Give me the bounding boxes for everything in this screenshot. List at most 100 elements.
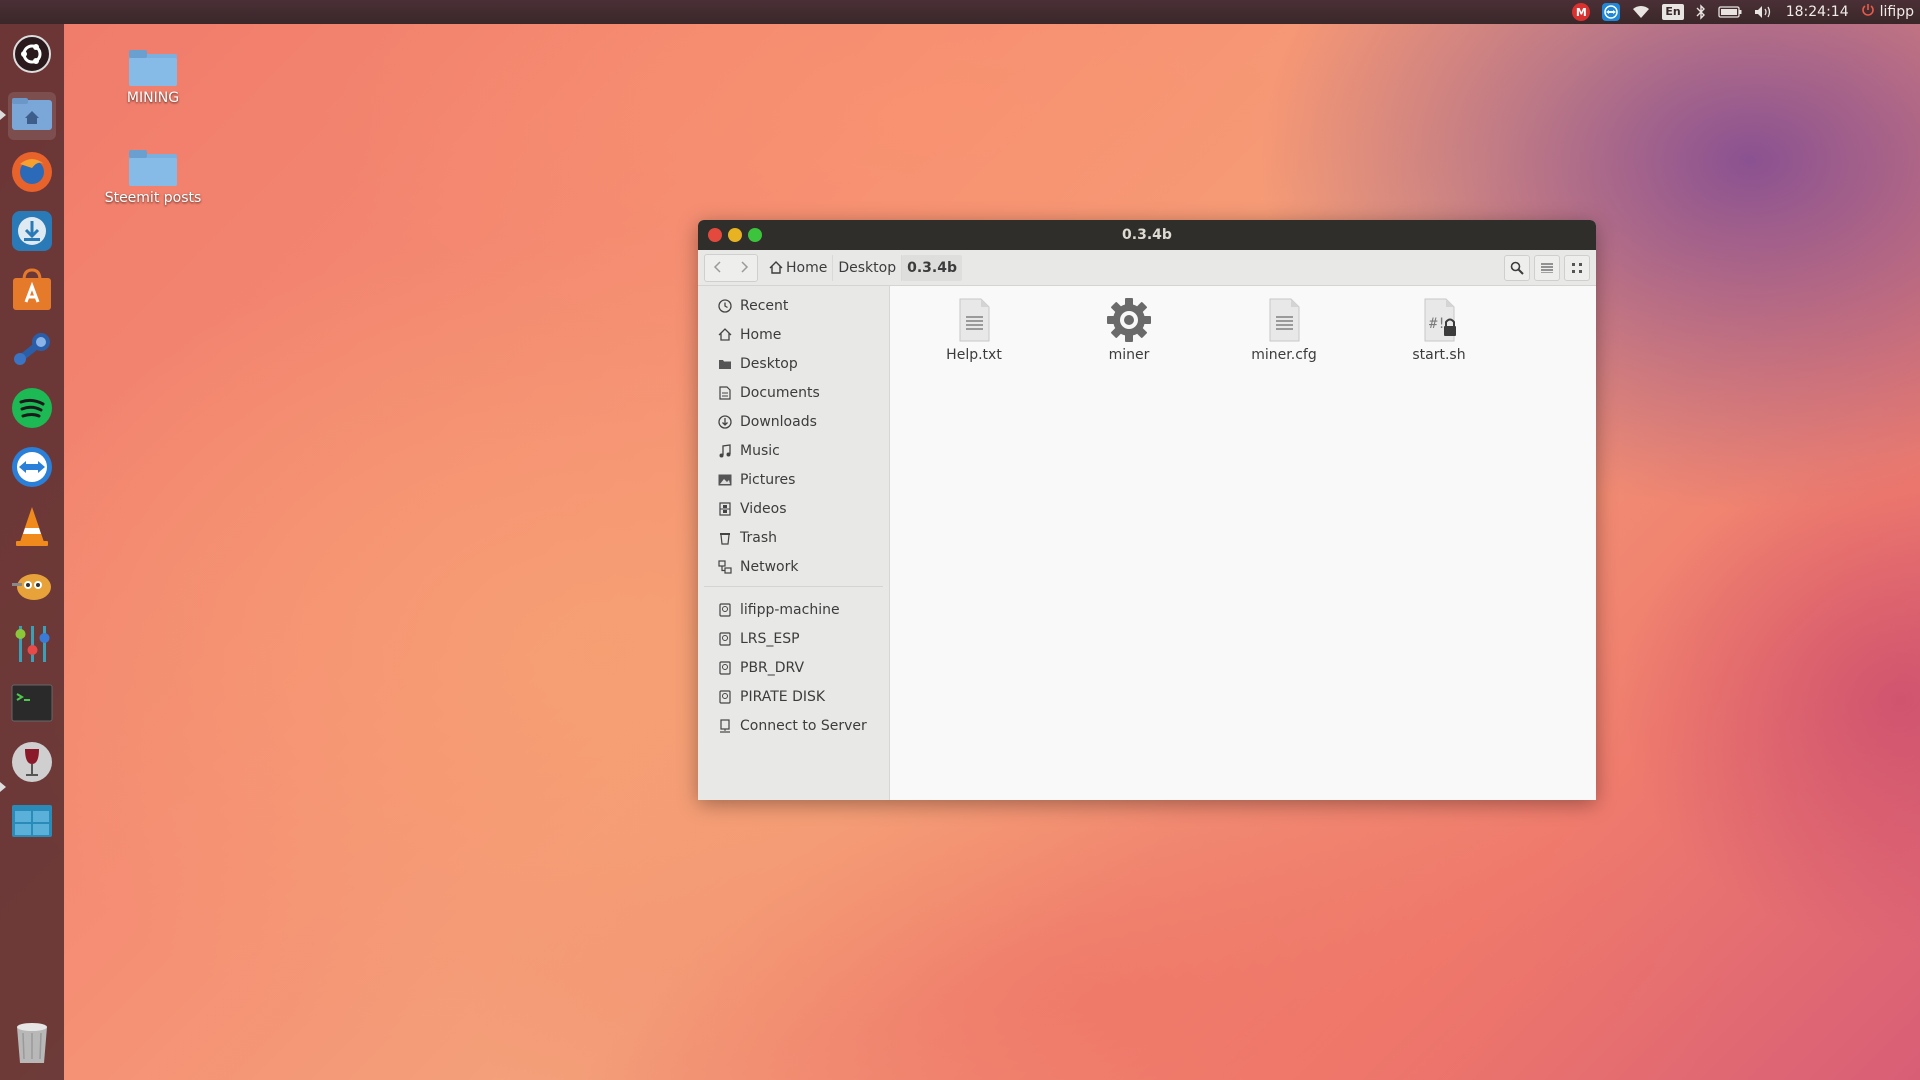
sidebar-item-label: Videos (740, 500, 787, 517)
sidebar-item-network[interactable]: Network (698, 552, 889, 581)
sidebar-item-label: lifipp-machine (740, 601, 840, 618)
window-titlebar[interactable]: 0.3.4b (698, 220, 1596, 250)
sidebar-item-documents[interactable]: Documents (698, 378, 889, 407)
workspace-switcher-icon (10, 799, 54, 847)
sidebar-item-pictures[interactable]: Pictures (698, 465, 889, 494)
film-icon (717, 501, 733, 517)
wifi-icon[interactable] (1632, 0, 1650, 24)
launcher-files[interactable] (8, 92, 56, 140)
file-item[interactable]: miner (1064, 296, 1194, 363)
folder-icon (129, 50, 177, 86)
launcher-ubuntu-dash[interactable] (8, 32, 56, 80)
sidebar-device-lifipp-machine[interactable]: lifipp-machine (698, 595, 889, 624)
power-icon (1861, 3, 1875, 21)
sidebar-item-label: Documents (740, 384, 820, 401)
desktop-folder-mining[interactable]: MINING (93, 50, 213, 106)
desktop-folder-steemit-posts[interactable]: Steemit posts (93, 150, 213, 206)
file-item[interactable]: Help.txt (909, 296, 1039, 363)
launcher-workspaces[interactable] (8, 799, 56, 847)
breadcrumb-label: Desktop (838, 259, 897, 276)
picture-icon (717, 472, 733, 488)
mail-indicator-icon[interactable]: M (1572, 0, 1591, 24)
launcher-firefox[interactable] (8, 150, 56, 198)
user-name: lifipp (1879, 4, 1914, 20)
file-item[interactable]: #! start.sh (1374, 296, 1504, 363)
text-file-icon (1260, 296, 1308, 344)
sidebar-item-label: PIRATE DISK (740, 688, 826, 705)
sidebar-device-lrs-esp[interactable]: LRS_ESP (698, 624, 889, 653)
sidebar-connect-to-server[interactable]: Connect to Server (698, 711, 889, 740)
trash-icon (717, 530, 733, 546)
file-name: miner.cfg (1251, 347, 1317, 363)
sidebar-device-pbr-drv[interactable]: PBR_DRV (698, 653, 889, 682)
sidebar-item-home[interactable]: Home (698, 320, 889, 349)
shopping-bag-icon (10, 268, 54, 316)
launcher-vlc[interactable] (8, 504, 56, 552)
battery-icon[interactable] (1718, 0, 1742, 24)
script-locked-icon: #! (1415, 296, 1463, 344)
file-view[interactable]: Help.txt miner miner.cfg #! start.sh (890, 286, 1596, 800)
launcher-settings[interactable] (8, 622, 56, 670)
volume-icon[interactable] (1754, 0, 1774, 24)
grid-view-button[interactable] (1564, 255, 1590, 281)
search-button[interactable] (1504, 255, 1530, 281)
search-icon (1510, 261, 1524, 275)
back-button[interactable] (705, 255, 731, 281)
launcher-terminal[interactable] (8, 681, 56, 729)
network-icon (717, 559, 733, 575)
desktop-icon-label: Steemit posts (104, 190, 202, 206)
maximize-window-button[interactable] (748, 228, 762, 242)
running-indicator (0, 782, 6, 792)
bluetooth-icon[interactable] (1696, 0, 1706, 24)
sidebar-item-trash[interactable]: Trash (698, 523, 889, 552)
file-item[interactable]: miner.cfg (1219, 296, 1349, 363)
launcher-spotify[interactable] (8, 386, 56, 434)
sidebar-item-downloads[interactable]: Downloads (698, 407, 889, 436)
drive-icon (717, 631, 733, 647)
sidebar-item-label: PBR_DRV (740, 659, 805, 676)
breadcrumb-current[interactable]: 0.3.4b (902, 254, 962, 281)
steam-icon (10, 327, 54, 375)
launcher-wine[interactable] (8, 740, 56, 788)
close-window-button[interactable] (708, 228, 722, 242)
launcher-gimp[interactable] (8, 563, 56, 611)
breadcrumb-home[interactable]: Home (764, 254, 834, 281)
wine-glass-icon (10, 740, 54, 788)
launcher-trash[interactable] (8, 1020, 56, 1068)
session-menu[interactable]: lifipp (1861, 0, 1914, 24)
launcher-steam[interactable] (8, 327, 56, 375)
list-view-button[interactable] (1534, 255, 1560, 281)
folder-icon (129, 150, 177, 186)
gimp-icon (10, 563, 54, 611)
home-icon (717, 327, 733, 343)
launcher-teamviewer[interactable] (8, 445, 56, 493)
launcher-software-center[interactable] (8, 268, 56, 316)
sidebar-item-desktop[interactable]: Desktop (698, 349, 889, 378)
svg-text:#!: #! (1429, 316, 1446, 332)
download-icon (10, 209, 54, 257)
spotify-icon (10, 386, 54, 434)
file-manager-window: 0.3.4b Home Desktop 0.3.4b Recent Home D… (698, 220, 1596, 800)
launcher-transmission[interactable] (8, 209, 56, 257)
clock[interactable]: 18:24:14 (1786, 0, 1849, 24)
breadcrumb-label: Home (786, 259, 828, 276)
minimize-window-button[interactable] (728, 228, 742, 242)
teamviewer-tray-icon[interactable] (1602, 0, 1621, 24)
top-panel: M En 18:24:14 lifipp (0, 0, 1920, 24)
keyboard-layout-icon[interactable]: En (1662, 0, 1684, 24)
breadcrumb-desktop[interactable]: Desktop (833, 254, 903, 281)
sidebar-item-videos[interactable]: Videos (698, 494, 889, 523)
sidebar-item-recent[interactable]: Recent (698, 291, 889, 320)
forward-button[interactable] (731, 255, 757, 281)
sidebar-item-music[interactable]: Music (698, 436, 889, 465)
sidebar-device-pirate-disk[interactable]: PIRATE DISK (698, 682, 889, 711)
sidebar-item-label: Downloads (740, 413, 817, 430)
sidebar-separator (704, 586, 883, 587)
launcher (0, 24, 64, 1080)
chevron-right-icon (739, 258, 749, 277)
file-name: start.sh (1412, 347, 1466, 363)
file-name: Help.txt (946, 347, 1002, 363)
breadcrumb-label: 0.3.4b (907, 259, 957, 276)
keyboard-layout-label: En (1662, 4, 1684, 20)
system-tray: M En 18:24:14 lifipp (1560, 0, 1914, 24)
